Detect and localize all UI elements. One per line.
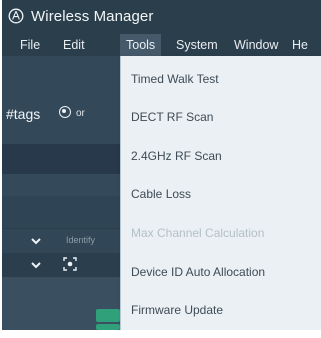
device-panel [2, 277, 120, 330]
menu-item-device-id-auto-allocation[interactable]: Device ID Auto Allocation [131, 265, 265, 279]
audio-technica-logo-icon [8, 8, 24, 24]
window-title: Wireless Manager [31, 7, 154, 25]
tree-row-identify[interactable] [2, 229, 120, 253]
title-bar: Wireless Manager [2, 0, 321, 32]
identify-column-label: Identify [66, 235, 96, 245]
menu-tools[interactable]: Tools [120, 34, 162, 56]
or-option-label: or [76, 108, 85, 119]
app-window: Wireless Manager File Edit Tools System … [2, 0, 321, 330]
toolbar-panel [2, 56, 120, 146]
sub-band [2, 174, 120, 196]
menu-edit[interactable]: Edit [57, 34, 91, 56]
menu-item-cable-loss[interactable]: Cable Loss [131, 187, 191, 201]
menu-item-24ghz-rf-scan[interactable]: 2.4GHz RF Scan [131, 149, 222, 163]
menu-help[interactable]: He [286, 34, 314, 56]
tools-dropdown-menu: Timed Walk Test DECT RF Scan 2.4GHz RF S… [120, 56, 321, 330]
tree-row-device[interactable] [2, 253, 120, 277]
menu-item-firmware-update[interactable]: Firmware Update [131, 303, 223, 317]
menu-item-dect-rf-scan[interactable]: DECT RF Scan [131, 110, 213, 124]
panel-band [2, 196, 120, 228]
menu-file[interactable]: File [14, 34, 46, 56]
menu-item-timed-walk-test[interactable]: Timed Walk Test [131, 72, 219, 86]
menu-bar: File Edit Tools System Window He [2, 34, 321, 56]
device-status-button[interactable] [96, 309, 120, 322]
tags-label: #tags [6, 106, 41, 122]
menu-system[interactable]: System [170, 34, 224, 56]
header-band [2, 144, 120, 174]
chevron-down-icon[interactable] [30, 259, 42, 271]
menu-window[interactable]: Window [228, 34, 284, 56]
menu-item-max-channel-calculation: Max Channel Calculation [131, 226, 265, 240]
identify-target-icon[interactable] [63, 257, 77, 271]
device-status-button[interactable] [96, 324, 120, 330]
chevron-down-icon[interactable] [30, 235, 42, 247]
radio-selected-icon[interactable] [59, 106, 71, 118]
